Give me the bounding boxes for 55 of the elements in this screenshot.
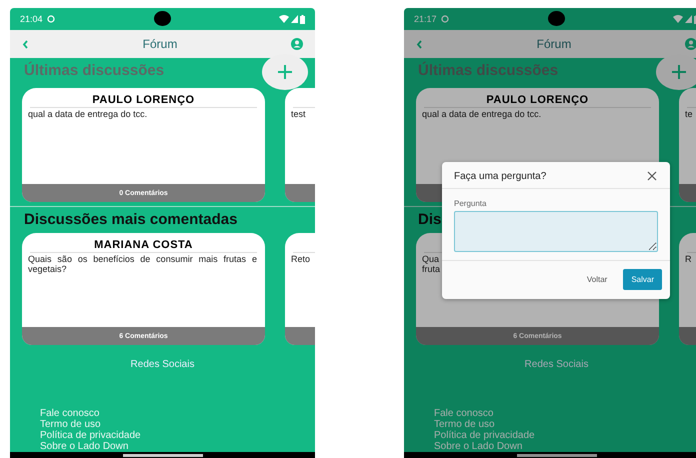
footer-link[interactable]: Política de privacidade xyxy=(434,430,535,441)
footer-link[interactable]: Sobre o Lado Down xyxy=(434,441,522,452)
footer-link[interactable]: Termo de uso xyxy=(434,419,495,430)
question-text: Reto xyxy=(291,255,310,265)
wifi-icon xyxy=(673,15,683,23)
profile-icon[interactable] xyxy=(685,38,696,50)
social-heading: Redes Sociais xyxy=(524,359,590,370)
back-button[interactable]: Voltar xyxy=(578,269,616,290)
discussion-card[interactable]: te xyxy=(679,88,696,202)
signal-icon xyxy=(685,15,692,23)
footer-link[interactable]: Termo de uso xyxy=(40,419,101,430)
section-title: Dis xyxy=(418,211,442,229)
close-button[interactable] xyxy=(646,170,658,182)
status-time: 21:04 xyxy=(20,14,43,24)
footer-link[interactable]: Fale conosco xyxy=(40,408,100,419)
dialog-title: Faça uma pergunta? xyxy=(454,170,548,182)
battery-icon xyxy=(300,14,305,24)
discussion-card[interactable]: Reto xyxy=(285,233,315,345)
plus-icon xyxy=(671,64,687,80)
save-button[interactable]: Salvar xyxy=(623,269,662,290)
question-text: qual a data de entrega do tcc. xyxy=(28,110,148,120)
social-heading: Redes Sociais xyxy=(130,359,196,370)
signal-icon xyxy=(291,15,298,23)
footer-link[interactable]: Sobre o Lado Down xyxy=(40,441,128,452)
footer-link[interactable]: Política de privacidade xyxy=(40,430,141,441)
discussion-card[interactable]: R xyxy=(679,233,696,345)
back-icon[interactable] xyxy=(416,40,423,48)
home-handle[interactable] xyxy=(122,454,202,457)
question-text: te xyxy=(685,110,693,120)
question-text: Qua fruta xyxy=(422,255,440,275)
screen-title: Fórum xyxy=(142,37,178,51)
section-title: Discussões mais comentadas xyxy=(24,211,238,229)
home-handle[interactable] xyxy=(516,454,596,457)
sync-icon xyxy=(440,15,449,23)
author-name: PAULO LORENÇO xyxy=(424,94,651,108)
question-text: R xyxy=(685,255,692,265)
section-title: Últimas discussões xyxy=(24,62,164,80)
field-label: Pergunta xyxy=(454,199,488,208)
discussion-card[interactable]: test xyxy=(285,88,315,202)
footer-link[interactable]: Fale conosco xyxy=(434,408,494,419)
question-field[interactable] xyxy=(454,211,658,252)
back-icon[interactable] xyxy=(22,40,29,48)
wifi-icon xyxy=(279,15,289,23)
plus-icon xyxy=(277,64,293,80)
profile-icon[interactable] xyxy=(291,38,303,50)
author-name: MARIANA COSTA xyxy=(30,239,257,253)
sync-icon xyxy=(46,15,55,23)
question-text: qual a data de entrega do tcc. xyxy=(422,110,542,120)
status-time: 21:17 xyxy=(414,14,437,24)
screen-title: Fórum xyxy=(536,37,572,51)
camera-cutout xyxy=(548,11,565,26)
camera-cutout xyxy=(154,11,171,26)
question-text: Quais são os benefícios de consumir mais frutas e vegetais? xyxy=(28,255,257,275)
author-name: PAULO LORENÇO xyxy=(30,94,257,108)
question-text: test xyxy=(291,110,306,120)
